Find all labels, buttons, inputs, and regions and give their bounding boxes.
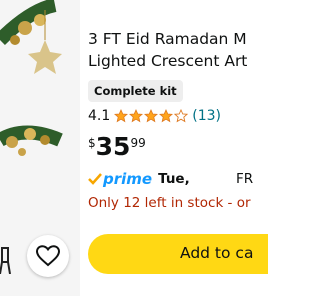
favorite-button[interactable] [27, 235, 69, 277]
complete-kit-badge: Complete kit [88, 80, 183, 102]
rating-count[interactable]: (13) [192, 108, 221, 124]
prime-check-icon [88, 173, 102, 185]
prime-label: prime [103, 170, 153, 188]
rating-row[interactable]: 4.1 (13) [88, 107, 221, 125]
price-whole: 35 [95, 132, 131, 161]
add-to-cart-label: Add to ca [180, 244, 254, 262]
wreath-image-top [0, 0, 62, 74]
stock-status: Only 12 left in stock - or [88, 195, 251, 211]
price-currency: $ [88, 136, 96, 150]
price-fraction: 99 [130, 136, 146, 150]
rating-stars [114, 109, 189, 123]
delivery-date: Tue, [158, 171, 190, 187]
price: $3599 [88, 132, 146, 162]
prime-delivery[interactable]: prime Tue, FR [88, 169, 253, 189]
star-icon [114, 109, 129, 123]
star-icon [159, 109, 174, 123]
product-title[interactable]: 3 FT Eid Ramadan M Lighted Crescent Art [88, 28, 288, 72]
star-icon [129, 109, 144, 123]
rating-value: 4.1 [88, 108, 111, 124]
heart-icon [36, 245, 60, 267]
product-title-line2[interactable]: Lighted Crescent Art [88, 50, 288, 72]
chair-image [0, 247, 11, 274]
wreath-image-bottom [0, 125, 63, 156]
product-image[interactable] [0, 0, 80, 296]
product-details: 3 FT Eid Ramadan M Lighted Crescent Art … [88, 0, 268, 296]
star-empty-icon [174, 109, 189, 123]
delivery-free-text: FR [236, 171, 254, 187]
add-to-cart-button[interactable]: Add to ca [88, 234, 268, 274]
star-icon [144, 109, 159, 123]
product-title-line1[interactable]: 3 FT Eid Ramadan M [88, 28, 288, 50]
